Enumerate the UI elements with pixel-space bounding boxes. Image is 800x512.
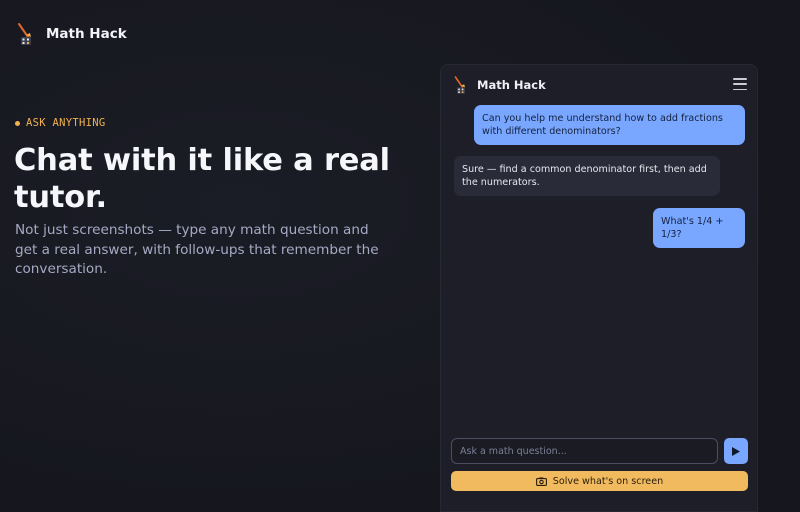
logo-icon	[454, 76, 465, 94]
chat-message-user: Can you help me understand how to add fr…	[474, 105, 745, 145]
chat-input[interactable]	[451, 438, 718, 464]
solve-screen-button[interactable]: Solve what's on screen	[451, 471, 748, 491]
brand-header[interactable]: Math Hack	[16, 22, 127, 46]
solve-button-label: Solve what's on screen	[552, 475, 664, 487]
chat-header: Math Hack	[453, 74, 747, 96]
camera-icon	[535, 476, 547, 486]
landing-page: Math Hack ASK ANYTHING Chat with it like…	[0, 0, 800, 512]
hero-title: Chat with it like a real tutor.	[14, 143, 390, 215]
send-arrow-icon	[732, 446, 740, 456]
chat-message-user: What's 1/4 + 1/3?	[653, 208, 745, 248]
logo-icon	[18, 23, 31, 45]
chat-title: Math Hack	[477, 78, 546, 92]
eyebrow-dot-icon	[15, 120, 20, 126]
chat-panel: Math Hack Can you help me understand how…	[440, 64, 758, 512]
eyebrow-text: ASK ANYTHING	[26, 117, 106, 129]
eyebrow-label: ASK ANYTHING	[15, 117, 105, 129]
send-button[interactable]	[724, 438, 748, 464]
hero-subtitle: Not just screenshots — type any math que…	[15, 222, 379, 277]
chat-composer	[451, 438, 748, 464]
chat-message-assistant: Sure — find a common denominator first, …	[454, 156, 720, 196]
hamburger-menu-icon[interactable]	[733, 78, 747, 90]
brand-name: Math Hack	[46, 26, 127, 42]
